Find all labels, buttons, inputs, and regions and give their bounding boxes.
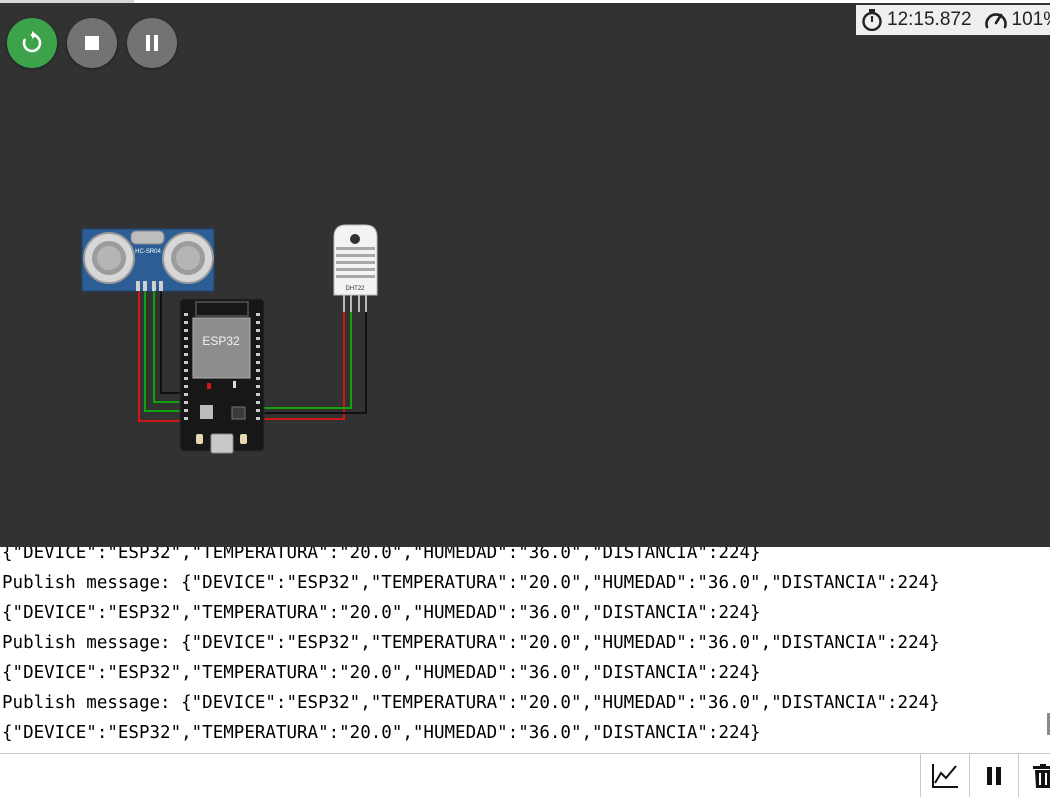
- clear-serial-button[interactable]: [1018, 754, 1050, 797]
- serial-line: {"DEVICE":"ESP32","TEMPERATURA":"20.0","…: [2, 663, 761, 683]
- simulation-canvas[interactable]: HC-SR04 DHT22 ESP32 12:15.872 101: [0, 3, 1050, 547]
- simulation-speed: 101%: [1011, 9, 1050, 30]
- serial-toolbar: [0, 753, 1050, 797]
- elapsed-time: 12:15.872: [887, 9, 972, 30]
- ultrasonic-label: HC-SR04: [135, 249, 161, 255]
- serial-line: {"DEVICE":"ESP32","TEMPERATURA":"20.0","…: [2, 547, 761, 563]
- speedometer-icon: [984, 9, 1008, 31]
- trash-icon: [1033, 763, 1050, 788]
- circuit-diagram: HC-SR04 DHT22 ESP32: [81, 224, 378, 454]
- serial-monitor[interactable]: {"DEVICE":"ESP32","TEMPERATURA":"20.0","…: [0, 547, 1050, 753]
- wire-dht-data[interactable]: [259, 311, 352, 409]
- stop-simulation-button[interactable]: [67, 18, 117, 68]
- serial-line: {"DEVICE":"ESP32","TEMPERATURA":"20.0","…: [2, 723, 761, 743]
- restart-icon: [22, 31, 42, 53]
- pause-icon: [987, 766, 1001, 785]
- chart-line-icon: [932, 763, 958, 788]
- stop-icon: [85, 36, 99, 50]
- restart-simulation-button[interactable]: [7, 18, 57, 68]
- dht22-sensor[interactable]: DHT22: [333, 224, 378, 312]
- serial-line: Publish message: {"DEVICE":"ESP32","TEMP…: [2, 573, 940, 593]
- pause-icon: [146, 35, 158, 51]
- wire-dht-gnd[interactable]: [259, 311, 367, 414]
- ultrasonic-sensor[interactable]: HC-SR04: [81, 228, 215, 292]
- pause-serial-button[interactable]: [969, 754, 1018, 797]
- stopwatch-icon: [861, 9, 883, 31]
- open-plotter-button[interactable]: [920, 754, 969, 797]
- pause-simulation-button[interactable]: [127, 18, 177, 68]
- esp32-board[interactable]: ESP32: [179, 298, 265, 454]
- serial-line: Publish message: {"DEVICE":"ESP32","TEMP…: [2, 633, 940, 653]
- simulation-status-panel: 12:15.872 101%: [856, 5, 1050, 35]
- wire-dht-vcc[interactable]: [259, 311, 345, 420]
- serial-line: {"DEVICE":"ESP32","TEMPERATURA":"20.0","…: [2, 603, 761, 623]
- esp32-chip-label: ESP32: [202, 334, 240, 348]
- dht22-label: DHT22: [345, 286, 365, 292]
- serial-line: Publish message: {"DEVICE":"ESP32","TEMP…: [2, 693, 940, 713]
